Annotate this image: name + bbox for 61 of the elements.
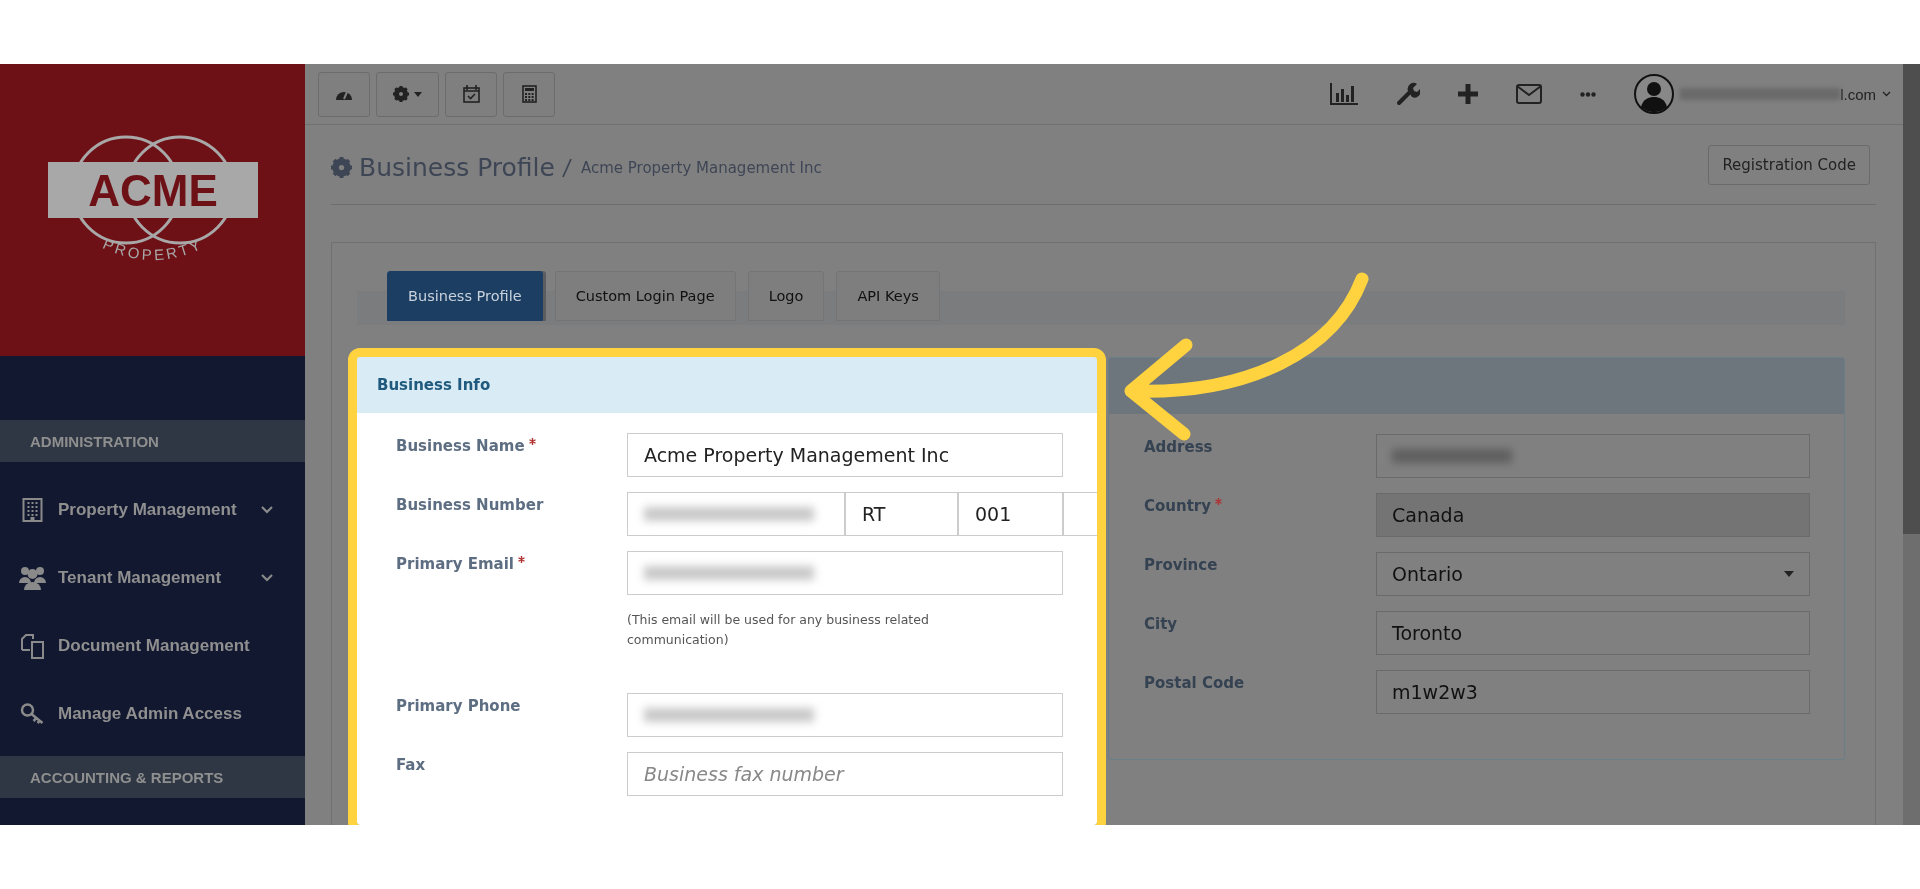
settings-button[interactable] xyxy=(376,71,439,117)
input-field[interactable]: RT xyxy=(845,492,958,536)
plus-icon[interactable] xyxy=(1458,84,1479,104)
sidebar-item[interactable]: Manage Admin Access xyxy=(0,680,305,748)
scrollbar-thumb[interactable] xyxy=(1903,64,1920,534)
province-dropdown[interactable]: Ontario xyxy=(1376,552,1810,596)
wrench-icon[interactable] xyxy=(1396,82,1421,106)
calendar-check-icon xyxy=(462,85,480,103)
field-label: Business Number xyxy=(396,496,544,514)
caret-icon xyxy=(1784,571,1794,577)
required-asterisk-icon xyxy=(517,556,525,563)
tab[interactable]: Custom Login Page xyxy=(554,271,736,321)
required-asterisk-icon xyxy=(528,438,536,445)
field-label: Primary Phone xyxy=(396,697,521,715)
user-menu[interactable]: l.com xyxy=(1634,74,1891,114)
tab[interactable]: Business Profile xyxy=(387,271,543,321)
settings-icon xyxy=(331,157,352,178)
key-icon xyxy=(19,703,46,725)
logo: ACME PROPERTY xyxy=(47,130,258,280)
input-field[interactable]: Toronto xyxy=(1376,611,1810,655)
documents-icon xyxy=(19,633,46,659)
settings-icon xyxy=(393,86,409,102)
registration-code-button[interactable]: Registration Code xyxy=(1708,144,1870,185)
calculator-icon xyxy=(521,85,537,103)
sidebar-item[interactable]: Document Management xyxy=(0,612,305,680)
required-asterisk-icon xyxy=(1215,498,1223,505)
field-label: Province xyxy=(1144,556,1218,574)
page-subtitle: Acme Property Management Inc xyxy=(580,158,822,177)
sidebar-section-header: ACCOUNTING & REPORTS xyxy=(0,756,305,798)
field-label: Address xyxy=(1144,438,1213,456)
field-label: Business Name xyxy=(396,437,536,455)
envelope-icon[interactable] xyxy=(1516,84,1543,104)
users-icon xyxy=(19,566,46,590)
calendar-button[interactable] xyxy=(445,71,497,117)
input-field[interactable]: Business fax number xyxy=(627,752,1063,796)
input-field[interactable]: 001 xyxy=(958,492,1063,536)
caret-icon xyxy=(414,91,422,97)
field-label: Fax xyxy=(396,756,426,774)
avatar-icon xyxy=(1634,74,1675,114)
user-email: l.com xyxy=(1840,85,1876,103)
field-label: Postal Code xyxy=(1144,674,1245,692)
input-field[interactable]: m1w2w3 xyxy=(1376,670,1810,714)
page-title: Business Profile xyxy=(359,153,555,182)
bar-chart-icon[interactable] xyxy=(1330,83,1359,105)
input-field[interactable] xyxy=(1376,434,1810,478)
more-icon[interactable] xyxy=(1580,91,1597,97)
sidebar-item[interactable]: Property Management xyxy=(0,476,305,544)
sidebar-section-header: ADMINISTRATION xyxy=(0,420,305,462)
help-text: (This email will be used for any business related communication) xyxy=(627,611,930,649)
field-label: Country xyxy=(1144,497,1223,515)
input-field[interactable]: Acme Property Management Inc xyxy=(627,433,1063,477)
chevron-icon xyxy=(1882,91,1891,97)
sidebar-item[interactable]: Tenant Management xyxy=(0,544,305,612)
slash-divider-icon xyxy=(561,157,572,178)
calculator-button[interactable] xyxy=(503,71,555,117)
tab[interactable]: API Keys xyxy=(836,271,940,321)
field-label: City xyxy=(1144,615,1178,633)
card-title: Business Info xyxy=(377,376,491,394)
tab[interactable]: Logo xyxy=(747,271,825,321)
dashboard-button[interactable] xyxy=(318,71,370,117)
field-label: Primary Email xyxy=(396,555,525,573)
